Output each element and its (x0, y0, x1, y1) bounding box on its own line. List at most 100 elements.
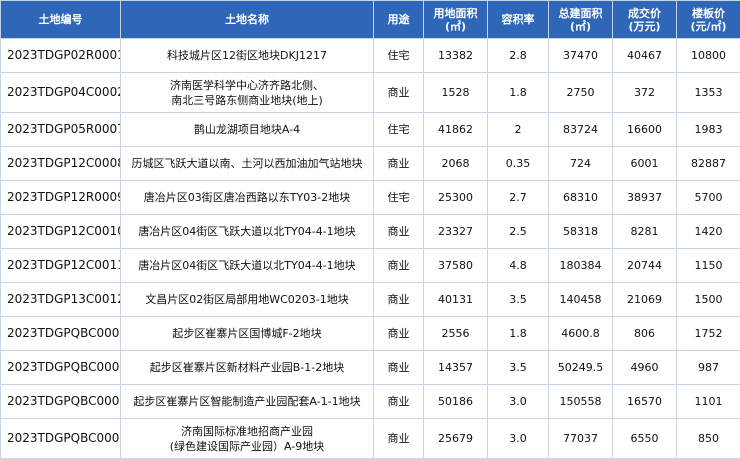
cell-plot-ratio: 2 (488, 113, 549, 147)
cell-use: 商业 (374, 249, 424, 283)
header-text: (元/㎡) (679, 20, 738, 33)
header-land-code: 土地编号 (1, 1, 121, 39)
cell-deal-price: 806 (613, 317, 677, 351)
header-text: 土地名称 (123, 13, 371, 26)
cell-use: 商业 (374, 317, 424, 351)
cell-plot-ratio: 2.5 (488, 215, 549, 249)
header-floor-price: 楼板价(元/㎡) (677, 1, 740, 39)
cell-deal-price: 372 (613, 73, 677, 113)
land-name-line: 唐冶片区03街区唐冶西路以东TY03-2地块 (123, 190, 371, 205)
cell-floor-area: 4600.8 (549, 317, 613, 351)
cell-floor-price: 5700 (677, 181, 740, 215)
cell-land-name: 唐冶片区04街区飞跃大道以北TY04-4-1地块 (121, 249, 374, 283)
cell-land-code: 2023TDGPQBC0004 (1, 385, 121, 419)
cell-land-code: 2023TDGP12C0008 (1, 147, 121, 181)
cell-plot-ratio: 0.35 (488, 147, 549, 181)
cell-deal-price: 16600 (613, 113, 677, 147)
table-row: 2023TDGPQBC0003起步区崔寨片区新材料产业园B-1-2地块商业143… (1, 351, 740, 385)
cell-deal-price: 4960 (613, 351, 677, 385)
cell-floor-area: 83724 (549, 113, 613, 147)
land-name-line: 起步区崔寨片区国博城F-2地块 (123, 326, 371, 341)
cell-land-code: 2023TDGP12C0010 (1, 215, 121, 249)
header-use: 用途 (374, 1, 424, 39)
cell-land-code: 2023TDGP12R0009 (1, 181, 121, 215)
header-text: (万元) (615, 20, 674, 33)
cell-plot-ratio: 3.0 (488, 385, 549, 419)
land-name-line: 鹊山龙湖项目地块A-4 (123, 122, 371, 137)
cell-site-area: 37580 (424, 249, 488, 283)
cell-use: 住宅 (374, 113, 424, 147)
header-text: 用途 (376, 13, 421, 26)
cell-site-area: 41862 (424, 113, 488, 147)
cell-land-code: 2023TDGPQBC0002 (1, 317, 121, 351)
cell-site-area: 2556 (424, 317, 488, 351)
land-name-line: 唐冶片区04街区飞跃大道以北TY04-4-1地块 (123, 224, 371, 239)
cell-floor-price: 1983 (677, 113, 740, 147)
header-text: (㎡) (551, 20, 610, 33)
table-row: 2023TDGP12C0011唐冶片区04街区飞跃大道以北TY04-4-1地块商… (1, 249, 740, 283)
land-transaction-table: 土地编号土地名称用途用地面积(㎡)容积率总建面积(㎡)成交价(万元)楼板价(元/… (0, 0, 740, 459)
cell-land-name: 济南医学科学中心济齐路北侧、南北三号路东侧商业地块(地上) (121, 73, 374, 113)
cell-floor-price: 1752 (677, 317, 740, 351)
land-name-line: 南北三号路东侧商业地块(地上) (123, 93, 371, 108)
table-row: 2023TDGP13C0012文昌片区02街区局部用地WC0203-1地块商业4… (1, 283, 740, 317)
cell-site-area: 23327 (424, 215, 488, 249)
cell-plot-ratio: 3.5 (488, 283, 549, 317)
table-body: 2023TDGP02R0001科技城片区12街区地块DKJ1217住宅13382… (1, 39, 740, 459)
cell-floor-price: 1101 (677, 385, 740, 419)
land-name-line: 济南国际标准地招商产业园 (123, 424, 371, 439)
cell-use: 商业 (374, 73, 424, 113)
cell-floor-area: 37470 (549, 39, 613, 73)
cell-floor-area: 724 (549, 147, 613, 181)
cell-site-area: 13382 (424, 39, 488, 73)
cell-plot-ratio: 1.8 (488, 317, 549, 351)
header-text: 用地面积 (426, 7, 485, 20)
cell-land-name: 唐冶片区03街区唐冶西路以东TY03-2地块 (121, 181, 374, 215)
cell-land-name: 科技城片区12街区地块DKJ1217 (121, 39, 374, 73)
cell-floor-area: 180384 (549, 249, 613, 283)
table-header: 土地编号土地名称用途用地面积(㎡)容积率总建面积(㎡)成交价(万元)楼板价(元/… (1, 1, 740, 39)
land-name-line: 济南医学科学中心济齐路北侧、 (123, 78, 371, 93)
land-name-line: 文昌片区02街区局部用地WC0203-1地块 (123, 292, 371, 307)
header-row: 土地编号土地名称用途用地面积(㎡)容积率总建面积(㎡)成交价(万元)楼板价(元/… (1, 1, 740, 39)
table-row: 2023TDGPQBC0002起步区崔寨片区国博城F-2地块商业25561.84… (1, 317, 740, 351)
header-text: 成交价 (615, 7, 674, 20)
cell-use: 商业 (374, 351, 424, 385)
cell-floor-price: 1150 (677, 249, 740, 283)
cell-land-name: 起步区崔寨片区新材料产业园B-1-2地块 (121, 351, 374, 385)
cell-site-area: 25300 (424, 181, 488, 215)
cell-deal-price: 20744 (613, 249, 677, 283)
cell-deal-price: 16570 (613, 385, 677, 419)
cell-land-code: 2023TDGP12C0011 (1, 249, 121, 283)
cell-plot-ratio: 4.8 (488, 249, 549, 283)
cell-land-name: 唐冶片区04街区飞跃大道以北TY04-4-1地块 (121, 215, 374, 249)
land-name-line: (绿色建设国际产业园）A-9地块 (123, 439, 371, 454)
cell-land-code: 2023TDGP04C0002 (1, 73, 121, 113)
table-row: 2023TDGP12C0010唐冶片区04街区飞跃大道以北TY04-4-1地块商… (1, 215, 740, 249)
table-row: 2023TDGP04C0002济南医学科学中心济齐路北侧、南北三号路东侧商业地块… (1, 73, 740, 113)
cell-land-code: 2023TDGP05R0007 (1, 113, 121, 147)
cell-floor-price: 10800 (677, 39, 740, 73)
cell-use: 商业 (374, 215, 424, 249)
cell-floor-price: 987 (677, 351, 740, 385)
cell-floor-area: 140458 (549, 283, 613, 317)
land-name-line: 科技城片区12街区地块DKJ1217 (123, 48, 371, 63)
cell-plot-ratio: 2.8 (488, 39, 549, 73)
cell-land-code: 2023TDGP02R0001 (1, 39, 121, 73)
cell-floor-price: 1353 (677, 73, 740, 113)
cell-site-area: 50186 (424, 385, 488, 419)
cell-deal-price: 21069 (613, 283, 677, 317)
cell-land-name: 鹊山龙湖项目地块A-4 (121, 113, 374, 147)
table-row: 2023TDGP12R0009唐冶片区03街区唐冶西路以东TY03-2地块住宅2… (1, 181, 740, 215)
cell-floor-price: 82887 (677, 147, 740, 181)
table-row: 2023TDGP02R0001科技城片区12街区地块DKJ1217住宅13382… (1, 39, 740, 73)
cell-plot-ratio: 3.5 (488, 351, 549, 385)
cell-floor-area: 2750 (549, 73, 613, 113)
header-land-name: 土地名称 (121, 1, 374, 39)
cell-floor-price: 1500 (677, 283, 740, 317)
header-text: 总建面积 (551, 7, 610, 20)
cell-use: 住宅 (374, 39, 424, 73)
cell-site-area: 14357 (424, 351, 488, 385)
header-deal-price: 成交价(万元) (613, 1, 677, 39)
cell-floor-area: 68310 (549, 181, 613, 215)
